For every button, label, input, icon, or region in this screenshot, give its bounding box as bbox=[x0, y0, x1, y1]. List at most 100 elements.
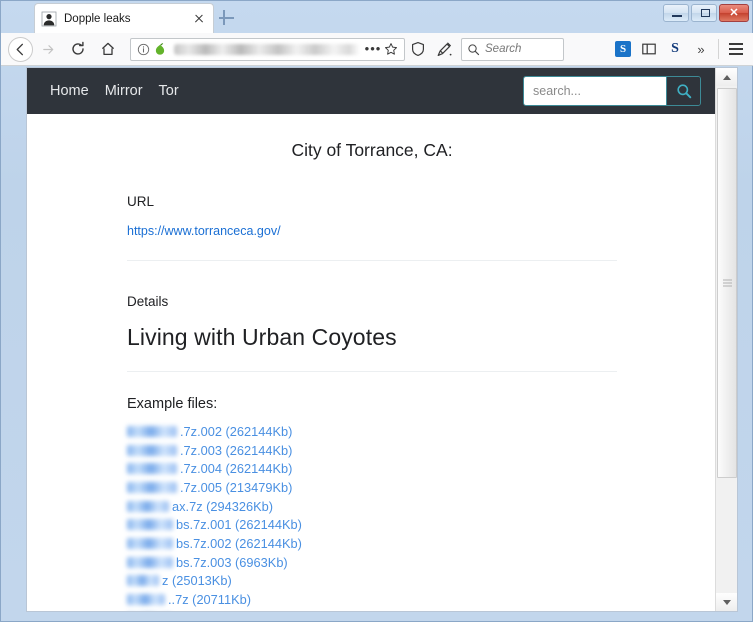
site-nav-links: Home Mirror Tor bbox=[50, 83, 179, 99]
page-actions-icon[interactable]: ••• bbox=[364, 42, 382, 55]
tab-title: Dopple leaks bbox=[64, 12, 131, 25]
app-menu-button[interactable] bbox=[723, 36, 749, 62]
divider-1 bbox=[127, 260, 617, 261]
nav-link-home[interactable]: Home bbox=[50, 83, 89, 99]
example-files-list: .7z.002 (262144Kb) .7z.003 (262144Kb) .7z.… bbox=[127, 422, 617, 612]
details-section-label: Details bbox=[127, 294, 169, 309]
nav-link-mirror[interactable]: Mirror bbox=[105, 83, 143, 99]
file-link[interactable]: .7z.003 (262144Kb) bbox=[127, 441, 617, 460]
page-viewport: Home Mirror Tor City of Torrance, CA: UR… bbox=[26, 67, 738, 612]
file-name-label: ..7z (20711Kb) bbox=[168, 592, 251, 608]
sidebar-icon bbox=[642, 43, 656, 55]
extension-badge-button[interactable]: S bbox=[610, 36, 636, 62]
browser-toolbar: ••• Search S S » bbox=[1, 33, 753, 66]
redacted-filename-prefix bbox=[127, 575, 159, 587]
file-name-label: z (25013Kb) bbox=[162, 573, 232, 589]
maximize-icon bbox=[701, 9, 710, 17]
scroll-up-button[interactable] bbox=[716, 68, 737, 86]
file-link[interactable]: .7z.002 (262144Kb) bbox=[127, 422, 617, 441]
site-search-button[interactable] bbox=[666, 77, 700, 105]
file-name-label: .7z.003 (262144Kb) bbox=[180, 442, 293, 458]
file-link[interactable]: Import.7z (2680Kb) bbox=[127, 609, 617, 612]
window-controls: ✕ bbox=[663, 4, 749, 22]
file-name-label: ax.7z (294326Kb) bbox=[172, 498, 274, 514]
redacted-filename-prefix bbox=[127, 519, 173, 531]
browser-window: Dopple leaks ✕ ••• Search S S » Home Mir… bbox=[0, 0, 753, 622]
new-identity-broom-icon[interactable] bbox=[431, 36, 457, 62]
redacted-filename-prefix bbox=[127, 463, 177, 475]
file-name-label: .7z.002 (262144Kb) bbox=[180, 423, 293, 439]
scrollbar-thumb[interactable] bbox=[717, 88, 737, 478]
redacted-filename-prefix bbox=[127, 425, 177, 437]
redacted-filename-prefix bbox=[127, 500, 169, 512]
close-icon: ✕ bbox=[729, 6, 739, 19]
file-name-label: bs.7z.003 (6963Kb) bbox=[176, 554, 288, 570]
file-link[interactable]: z (25013Kb) bbox=[127, 572, 617, 591]
close-tab-icon[interactable] bbox=[191, 11, 207, 27]
file-name-label: bs.7z.002 (262144Kb) bbox=[176, 535, 302, 551]
site-search-input[interactable] bbox=[524, 77, 666, 105]
bookmark-star-icon[interactable] bbox=[382, 42, 400, 56]
page-scrollbar[interactable] bbox=[715, 68, 737, 611]
file-link[interactable]: ..7z (20711Kb) bbox=[127, 590, 617, 609]
nav-link-tor[interactable]: Tor bbox=[159, 83, 179, 99]
extension-s-icon: S bbox=[615, 41, 631, 57]
chevron-double-right-icon: » bbox=[697, 41, 705, 57]
redacted-filename-prefix bbox=[127, 444, 177, 456]
file-name-label: .7z.004 (262144Kb) bbox=[180, 461, 293, 477]
tracking-protection-shield-icon[interactable] bbox=[405, 36, 431, 62]
redacted-filename-prefix bbox=[127, 556, 173, 568]
file-name-label: .7z.005 (213479Kb) bbox=[180, 479, 293, 495]
overflow-button[interactable]: » bbox=[688, 36, 714, 62]
browser-search-placeholder: Search bbox=[485, 43, 522, 55]
new-tab-button[interactable] bbox=[216, 8, 236, 28]
browser-tab[interactable]: Dopple leaks bbox=[34, 3, 214, 33]
file-link[interactable]: .7z.005 (213479Kb) bbox=[127, 478, 617, 497]
url-section-label: URL bbox=[127, 194, 155, 209]
scroll-down-button[interactable] bbox=[716, 593, 737, 611]
tab-strip: Dopple leaks ✕ bbox=[1, 1, 753, 33]
redacted-filename-prefix bbox=[127, 537, 173, 549]
site-info-icon[interactable] bbox=[135, 41, 151, 57]
page-content: City of Torrance, CA: URL https://www.to… bbox=[27, 114, 717, 612]
extension-s-letter-icon: S bbox=[671, 41, 679, 56]
target-url-link[interactable]: https://www.torranceca.gov/ bbox=[127, 224, 281, 238]
file-link[interactable]: .7z.004 (262144Kb) bbox=[127, 459, 617, 478]
site-search bbox=[523, 76, 701, 106]
toolbar-divider bbox=[718, 39, 719, 59]
file-name-label: Import.7z (2680Kb) bbox=[174, 611, 284, 612]
back-button[interactable] bbox=[8, 36, 33, 62]
toolbar-extensions: S S » bbox=[610, 36, 753, 62]
reload-button[interactable] bbox=[63, 34, 93, 64]
hamburger-icon bbox=[729, 43, 743, 55]
redacted-filename-prefix bbox=[127, 481, 177, 493]
minimize-button[interactable] bbox=[663, 4, 689, 22]
file-link[interactable]: bs.7z.001 (262144Kb) bbox=[127, 515, 617, 534]
close-window-button[interactable]: ✕ bbox=[719, 4, 749, 22]
address-bar[interactable]: ••• bbox=[130, 37, 405, 61]
scrollbar-grip-icon bbox=[723, 278, 732, 289]
maximize-button[interactable] bbox=[691, 4, 717, 22]
url-value-redacted bbox=[174, 43, 360, 55]
second-extension-button[interactable]: S bbox=[662, 36, 688, 62]
redacted-filename-prefix bbox=[127, 594, 165, 606]
home-button[interactable] bbox=[93, 34, 123, 64]
divider-2 bbox=[127, 371, 617, 372]
site-navigation-bar: Home Mirror Tor bbox=[27, 68, 717, 114]
details-heading: Living with Urban Coyotes bbox=[127, 324, 397, 350]
file-link[interactable]: bs.7z.002 (262144Kb) bbox=[127, 534, 617, 553]
search-icon bbox=[676, 84, 691, 99]
sidebar-toggle-button[interactable] bbox=[636, 36, 662, 62]
file-link[interactable]: ax.7z (294326Kb) bbox=[127, 497, 617, 516]
person-avatar-icon bbox=[41, 11, 57, 27]
chevron-up-icon bbox=[723, 74, 731, 80]
file-link[interactable]: bs.7z.003 (6963Kb) bbox=[127, 553, 617, 572]
example-files-label: Example files: bbox=[127, 396, 218, 412]
search-icon bbox=[468, 43, 480, 55]
chevron-down-icon bbox=[723, 599, 731, 605]
minimize-icon bbox=[672, 15, 682, 17]
tor-onion-icon bbox=[153, 42, 167, 56]
page-title: City of Torrance, CA: bbox=[291, 140, 453, 160]
browser-search-bar[interactable]: Search bbox=[461, 37, 564, 61]
forward-button bbox=[33, 34, 63, 64]
